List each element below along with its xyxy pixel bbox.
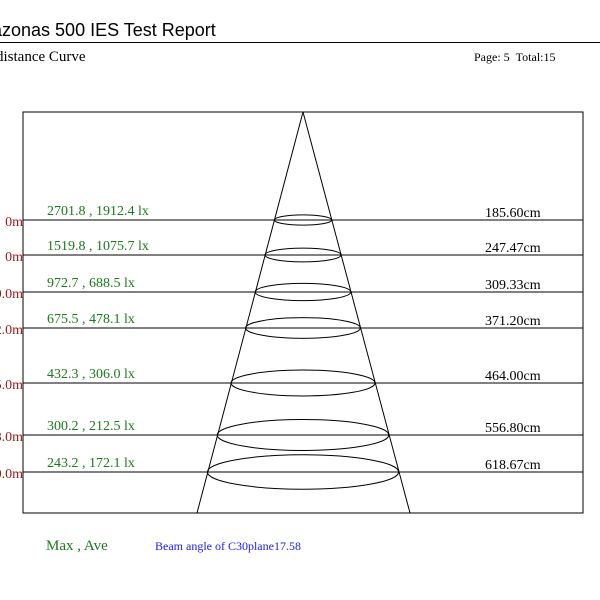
spot-diameter-label: 309.33cm (485, 278, 541, 293)
distance-label: 8.0m (0, 430, 23, 445)
illuminance-label: 1519.8 , 1075.7 lx (47, 239, 149, 254)
illuminance-label: 243.2 , 172.1 lx (47, 456, 135, 471)
beam-left-edge (196, 111, 304, 514)
distance-label: 0m (5, 215, 23, 230)
illuminance-label: 2701.8 , 1912.4 lx (47, 204, 149, 219)
spot-diameter-label: 247.47cm (485, 241, 541, 256)
distance-label: 0.0m (0, 287, 23, 302)
illuminance-label: 300.2 , 212.5 lx (47, 419, 135, 434)
beam-distance-chart: 2701.8 , 1912.4 lx 0m 185.60cm 1519.8 , 107… (0, 111, 584, 514)
beam-angle-label: Beam angle of C30plane17.58 (155, 539, 301, 553)
distance-label: 5.0m (0, 378, 23, 393)
spot-diameter-label: 556.80cm (485, 421, 541, 436)
spot-diameter-label: 185.60cm (485, 206, 541, 221)
spot-diameter-label: 464.00cm (485, 369, 541, 384)
chart-rows: 2701.8 , 1912.4 lx 0m 185.60cm 1519.8 , 107… (0, 204, 583, 490)
illuminance-label: 972.7 , 688.5 lx (47, 276, 135, 291)
distance-label: 0.0m (0, 467, 23, 482)
illuminance-label: 432.3 , 306.0 lx (47, 367, 135, 382)
spot-diameter-label: 371.20cm (485, 314, 541, 329)
distance-label: 2.0m (0, 323, 23, 338)
legend-max-ave: Max , Ave (46, 538, 108, 554)
spot-diameter-label: 618.67cm (485, 458, 541, 473)
distance-label: 0m (5, 250, 23, 265)
illuminance-label: 675.5 , 478.1 lx (47, 312, 135, 327)
beam-right-edge (302, 111, 411, 514)
